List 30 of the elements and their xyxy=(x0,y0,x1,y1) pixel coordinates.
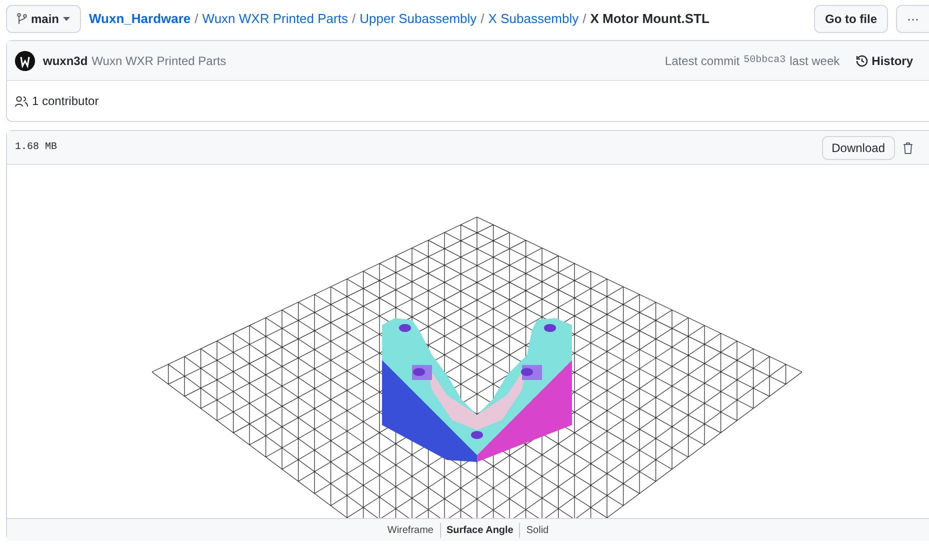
latest-commit-label: Latest commit xyxy=(664,52,740,70)
contributors-count[interactable]: 1 contributor xyxy=(32,92,99,110)
branch-icon xyxy=(17,13,27,25)
view-mode-tab[interactable]: Surface Angle xyxy=(440,522,520,538)
commit-author[interactable]: wuxn3d xyxy=(43,52,88,70)
repo-link[interactable]: Wuxn_Hardware xyxy=(89,9,191,29)
people-icon xyxy=(15,96,28,106)
commit-message[interactable]: Wuxn WXR Printed Parts xyxy=(92,52,226,70)
branch-button[interactable]: main xyxy=(6,5,82,33)
commit-sha[interactable]: 50bbca3 xyxy=(744,53,786,68)
more-options-button[interactable]: ··· xyxy=(896,5,929,33)
commit-time: last week xyxy=(790,52,840,70)
history-icon xyxy=(856,54,868,66)
history-link[interactable]: History xyxy=(856,52,913,70)
path-separator: / xyxy=(582,10,586,28)
download-button[interactable]: Download xyxy=(822,136,895,160)
path-separator: / xyxy=(352,10,356,28)
path-separator: / xyxy=(194,10,198,28)
folder-link[interactable]: X Subassembly xyxy=(488,9,579,29)
path-separator: / xyxy=(480,10,484,28)
folder-link[interactable]: Upper Subassembly xyxy=(360,9,477,29)
file-name: X Motor Mount.STL xyxy=(590,10,710,28)
view-mode-tab[interactable]: Wireframe xyxy=(381,522,440,538)
trash-icon[interactable] xyxy=(903,142,913,154)
file-size: 1.68 MB xyxy=(15,141,58,155)
view-mode-tab[interactable]: Solid xyxy=(519,522,555,538)
go-to-file-button[interactable]: Go to file xyxy=(814,5,888,33)
caret-icon xyxy=(63,17,70,21)
avatar-icon xyxy=(15,50,35,70)
folder-link[interactable]: Wuxn WXR Printed Parts xyxy=(202,9,348,29)
